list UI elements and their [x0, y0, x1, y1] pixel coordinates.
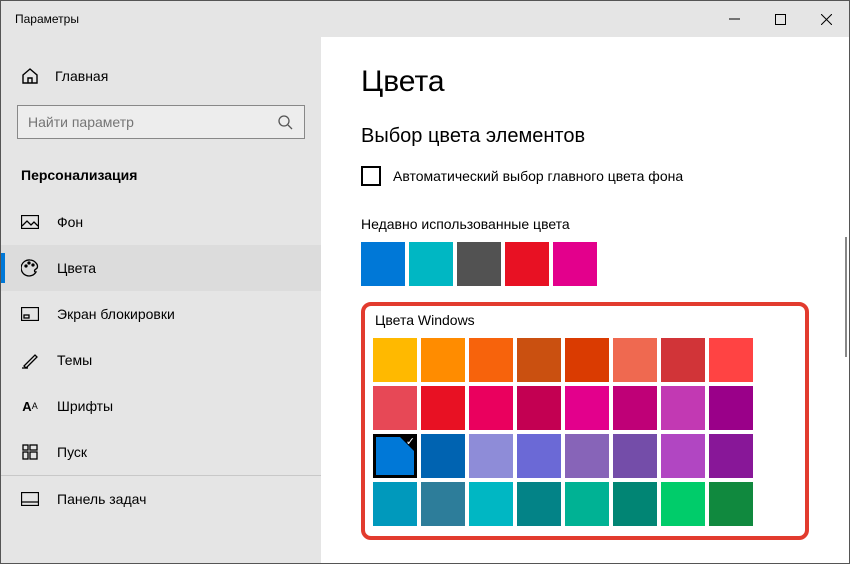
color-swatch[interactable] [565, 386, 609, 430]
page-title: Цвета [361, 65, 809, 99]
sidebar-item-label: Шрифты [57, 398, 113, 414]
color-swatch[interactable] [373, 482, 417, 526]
color-swatch[interactable] [517, 434, 561, 478]
color-swatch[interactable] [421, 338, 465, 382]
color-swatch[interactable] [709, 386, 753, 430]
recent-colors-label: Недавно использованные цвета [361, 216, 809, 232]
search-container [1, 91, 321, 147]
color-swatch[interactable] [373, 338, 417, 382]
maximize-button[interactable] [757, 1, 803, 37]
taskbar-icon [21, 490, 39, 508]
sidebar-item-label: Темы [57, 352, 92, 368]
window-controls [711, 1, 849, 37]
search-field[interactable] [28, 114, 276, 130]
sidebar-item-label: Пуск [57, 444, 87, 460]
color-swatch[interactable] [565, 434, 609, 478]
color-row: ✓ [373, 434, 797, 478]
color-swatch[interactable]: ✓ [373, 434, 417, 478]
window-title: Параметры [15, 12, 79, 26]
start-icon [21, 443, 39, 461]
sidebar-item-background[interactable]: Фон [1, 199, 321, 245]
palette-icon [21, 259, 39, 277]
color-swatch[interactable] [469, 386, 513, 430]
font-icon: AA [21, 397, 39, 415]
scrollbar[interactable] [845, 237, 847, 357]
color-swatch[interactable] [661, 434, 705, 478]
recent-color-swatch[interactable] [361, 242, 405, 286]
check-icon: ✓ [406, 435, 415, 448]
color-swatch[interactable] [661, 482, 705, 526]
color-swatch[interactable] [469, 434, 513, 478]
sidebar-item-taskbar[interactable]: Панель задач [1, 475, 321, 521]
section-heading: Выбор цвета элементов [361, 125, 809, 148]
color-swatch[interactable] [421, 434, 465, 478]
sidebar-item-label: Цвета [57, 260, 96, 276]
color-swatch[interactable] [373, 386, 417, 430]
section-title: Персонализация [1, 147, 321, 199]
recent-colors [361, 242, 809, 286]
color-swatch[interactable] [517, 338, 561, 382]
search-input[interactable] [17, 105, 305, 139]
windows-colors-grid: ✓ [373, 338, 797, 526]
color-swatch[interactable] [565, 482, 609, 526]
color-swatch[interactable] [709, 338, 753, 382]
color-swatch[interactable] [565, 338, 609, 382]
sidebar-item-start[interactable]: Пуск [1, 429, 321, 475]
color-swatch[interactable] [517, 386, 561, 430]
sidebar-item-label: Фон [57, 214, 83, 230]
windows-colors-label: Цвета Windows [373, 312, 797, 328]
auto-color-label: Автоматический выбор главного цвета фона [393, 168, 683, 184]
home-label: Главная [55, 68, 108, 84]
color-swatch[interactable] [709, 434, 753, 478]
color-swatch[interactable] [661, 338, 705, 382]
color-row [373, 386, 797, 430]
content: Цвета Выбор цвета элементов Автоматическ… [321, 37, 849, 563]
color-swatch[interactable] [613, 386, 657, 430]
picture-icon [21, 213, 39, 231]
color-swatch[interactable] [517, 482, 561, 526]
titlebar: Параметры [1, 1, 849, 37]
color-swatch[interactable] [421, 482, 465, 526]
minimize-button[interactable] [711, 1, 757, 37]
sidebar-item-label: Панель задач [57, 491, 146, 507]
sidebar-item-colors[interactable]: Цвета [1, 245, 321, 291]
color-swatch[interactable] [469, 338, 513, 382]
close-button[interactable] [803, 1, 849, 37]
color-swatch[interactable] [421, 386, 465, 430]
color-swatch[interactable] [661, 386, 705, 430]
recent-color-swatch[interactable] [553, 242, 597, 286]
color-swatch[interactable] [469, 482, 513, 526]
sidebar: Главная Персонализация Фон Цве [1, 37, 321, 563]
sidebar-item-fonts[interactable]: AA Шрифты [1, 383, 321, 429]
color-swatch[interactable] [613, 434, 657, 478]
body: Главная Персонализация Фон Цве [1, 37, 849, 563]
windows-colors-highlight: Цвета Windows ✓ [361, 302, 809, 540]
recent-color-swatch[interactable] [457, 242, 501, 286]
auto-color-checkbox[interactable] [361, 166, 381, 186]
nav: Фон Цвета Экран блокировки Темы AA Шрифт… [1, 199, 321, 521]
home-link[interactable]: Главная [1, 61, 321, 91]
sidebar-item-themes[interactable]: Темы [1, 337, 321, 383]
search-icon [276, 113, 294, 131]
settings-window: Параметры Главная Пе [0, 0, 850, 564]
brush-icon [21, 351, 39, 369]
color-swatch[interactable] [709, 482, 753, 526]
home-icon [21, 67, 39, 85]
color-swatch[interactable] [613, 338, 657, 382]
recent-color-swatch[interactable] [409, 242, 453, 286]
color-row [373, 482, 797, 526]
recent-color-swatch[interactable] [505, 242, 549, 286]
sidebar-item-lockscreen[interactable]: Экран блокировки [1, 291, 321, 337]
auto-color-row[interactable]: Автоматический выбор главного цвета фона [361, 166, 809, 186]
color-row [373, 338, 797, 382]
color-swatch[interactable] [613, 482, 657, 526]
sidebar-item-label: Экран блокировки [57, 306, 175, 322]
lockscreen-icon [21, 305, 39, 323]
